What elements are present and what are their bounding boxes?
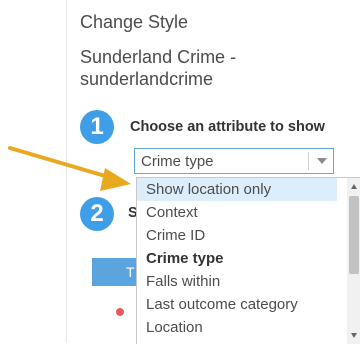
- arrow-right-icon: [8, 146, 131, 191]
